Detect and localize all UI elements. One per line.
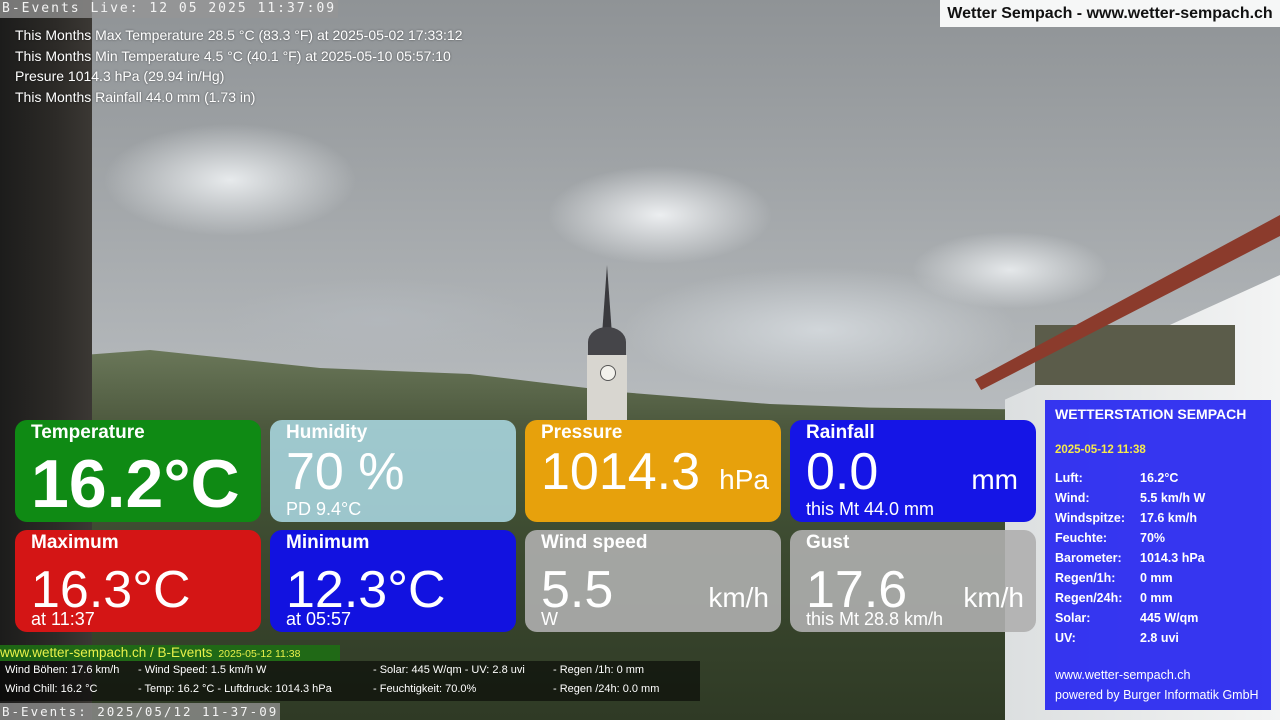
tile-title: Gust (806, 532, 850, 553)
site-banner: Wetter Sempach - www.wetter-sempach.ch (940, 0, 1280, 27)
tile-value: 70 % (286, 443, 405, 501)
monthly-stats: This Months Max Temperature 28.5 °C (83.… (15, 25, 463, 107)
reading-row: UV: 2.8 uvi (1055, 631, 1179, 645)
reading-row: Regen/1h: 0 mm (1055, 571, 1173, 585)
tile-title: Maximum (31, 532, 119, 553)
minimum-tile: Minimum 12.3°C at 05:57 (270, 530, 516, 632)
tile-unit: hPa (719, 464, 769, 495)
info-humidity: - Feuchtigkeit: 70.0% (373, 683, 477, 695)
rainfall-tile: Rainfall 0.0 mm this Mt 44.0 mm (790, 420, 1036, 522)
tile-value: 0.0 (806, 443, 879, 501)
station-panel: WETTERSTATION SEMPACH 2025-05-12 11:38 L… (1045, 400, 1271, 710)
tile-title: Minimum (286, 532, 370, 553)
wind-speed-tile: Wind speed 5.5 km/h W (525, 530, 781, 632)
tile-sub: at 05:57 (286, 609, 352, 629)
reading-row: Barometer: 1014.3 hPa (1055, 551, 1205, 565)
church-tower (586, 265, 628, 425)
tile-unit: km/h (708, 582, 769, 613)
reading-row: Solar: 445 W/qm (1055, 611, 1199, 625)
stat-max-temp: This Months Max Temperature 28.5 °C (83.… (15, 27, 463, 43)
humidity-tile: Humidity 70 % PD 9.4°C (270, 420, 516, 522)
site-footer-bar: www.wetter-sempach.ch / B-Events 2025-05-… (0, 645, 340, 661)
live-timestamp: B-Events Live: 12 05 2025 11:37:09 (0, 0, 339, 18)
reading-row: Regen/24h: 0 mm (1055, 591, 1173, 605)
tile-title: Wind speed (541, 532, 648, 553)
tile-title: Temperature (31, 422, 145, 443)
tile-unit: mm (971, 464, 1018, 495)
tile-sub: this Mt 28.8 km/h (806, 609, 944, 629)
info-temp-pressure: - Temp: 16.2 °C - Luftdruck: 1014.3 hPa (138, 683, 332, 695)
stat-pressure: Presure 1014.3 hPa (29.94 in/Hg) (15, 68, 225, 84)
tile-unit: km/h (963, 582, 1024, 613)
info-rain-24h: - Regen /24h: 0.0 mm (553, 683, 660, 695)
info-wind-chill: Wind Chill: 16.2 °C (5, 683, 98, 695)
gust-tile: Gust 17.6 km/h this Mt 28.8 km/h (790, 530, 1036, 632)
temperature-tile: Temperature 16.2°C (15, 420, 261, 522)
reading-row: Windspitze: 17.6 km/h (1055, 511, 1197, 525)
tile-sub: PD 9.4°C (286, 499, 362, 519)
tile-sub: this Mt 44.0 mm (806, 499, 935, 519)
stat-rainfall: This Months Rainfall 44.0 mm (1.73 in) (15, 88, 256, 105)
tile-title: Pressure (541, 422, 623, 443)
panel-readings: Luft: 16.2°C Wind: 5.5 km/h W Windspitze: 1… (1055, 468, 1205, 648)
maximum-tile: Maximum 16.3°C at 11:37 (15, 530, 261, 632)
tile-value: 16.2°C (31, 446, 240, 522)
panel-heading: WETTERSTATION SEMPACH (1055, 406, 1247, 422)
tile-value: 1014.3 (541, 443, 701, 501)
info-solar-uv: - Solar: 445 W/qm - UV: 2.8 uvi (373, 664, 525, 676)
stat-min-temp: This Months Min Temperature 4.5 °C (40.1… (15, 47, 451, 64)
pressure-tile: Pressure 1014.3 hPa (525, 420, 781, 522)
event-timestamp: B-Events: 2025/05/12 11-37-09 (0, 703, 281, 720)
tile-sub: at 11:37 (31, 609, 95, 629)
info-rain-1h: - Regen /1h: 0 mm (553, 664, 645, 676)
weather-summary: Wind Böhen: 17.6 km/h - Wind Speed: 1.5 … (0, 661, 700, 701)
panel-datetime: 2025-05-12 11:38 (1055, 444, 1146, 456)
tile-title: Rainfall (806, 422, 875, 443)
reading-row: Luft: 16.2°C (1055, 471, 1179, 485)
panel-site-link[interactable]: www.wetter-sempach.ch (1055, 668, 1190, 682)
panel-powered-by: powered by Burger Informatik GmbH (1055, 688, 1259, 702)
tile-title: Humidity (286, 422, 368, 443)
reading-row: Feuchte: 70% (1055, 531, 1166, 545)
footer-site-link[interactable]: www.wetter-sempach.ch / B-Events (0, 645, 212, 660)
tile-sub: W (541, 609, 558, 629)
footer-datetime: 2025-05-12 11:38 (218, 648, 301, 660)
info-wind-speed: - Wind Speed: 1.5 km/h W (138, 664, 267, 676)
info-wind-gust: Wind Böhen: 17.6 km/h (5, 664, 120, 676)
reading-row: Wind: 5.5 km/h W (1055, 491, 1206, 505)
